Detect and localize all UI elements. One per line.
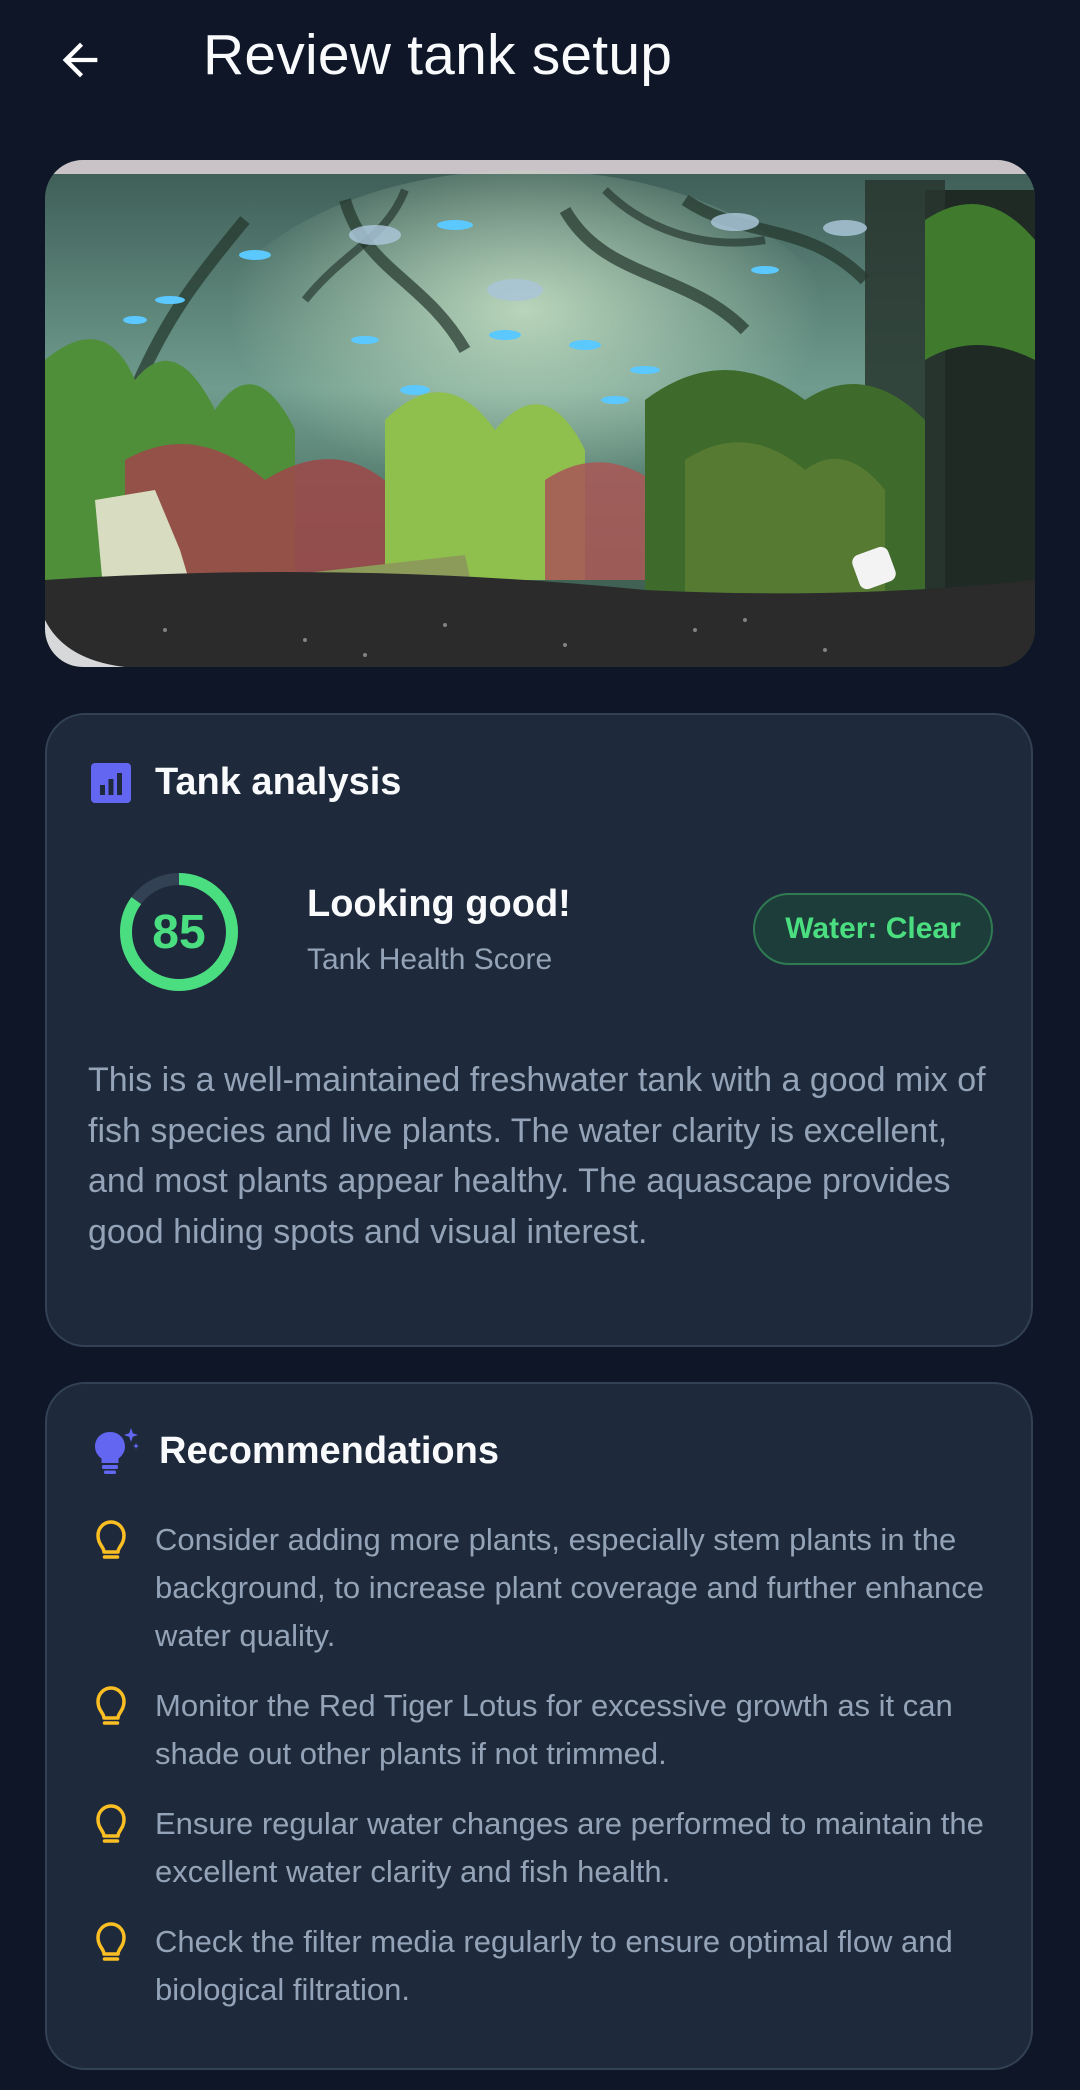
recommendation-text: Consider adding more plants, especially … (155, 1522, 984, 1653)
recommendations-header: Recommendations (91, 1426, 499, 1476)
arrow-left-icon (62, 42, 98, 78)
recommendation-text: Check the filter media regularly to ensu… (155, 1924, 953, 2007)
recommendations-card: Recommendations Consider adding more pla… (45, 1382, 1033, 2070)
lightbulb-outline-icon (96, 1922, 126, 1961)
back-button[interactable] (40, 20, 120, 100)
recommendations-list: Consider adding more plants, especially … (89, 1516, 999, 2036)
analysis-description: This is a well-maintained freshwater tan… (88, 1061, 986, 1251)
app-bar: Review tank setup (0, 0, 1080, 120)
tank-photo (45, 160, 1035, 667)
health-score-value: 85 (152, 905, 206, 959)
list-item: Check the filter media regularly to ensu… (89, 1918, 999, 2014)
list-item: Consider adding more plants, especially … (89, 1516, 999, 1660)
recommendations-title: Recommendations (159, 1429, 499, 1472)
tank-analysis-title: Tank analysis (155, 761, 402, 803)
chart-icon (91, 762, 131, 803)
water-clarity-badge: Water: Clear (753, 893, 993, 965)
page-title: Review tank setup (203, 23, 673, 87)
lightbulb-outline-icon (96, 1804, 126, 1843)
tank-analysis-card: Tank analysis 85 Looking good! Tank Heal… (45, 713, 1033, 1347)
tank-analysis-header: Tank analysis (91, 761, 401, 804)
recommendation-text: Ensure regular water changes are perform… (155, 1806, 984, 1889)
list-item: Ensure regular water changes are perform… (89, 1800, 999, 1896)
lightbulb-sparkle-icon (95, 1428, 139, 1474)
recommendation-text: Monitor the Red Tiger Lotus for excessiv… (155, 1688, 953, 1771)
list-item: Monitor the Red Tiger Lotus for excessiv… (89, 1682, 999, 1778)
lightbulb-outline-icon (96, 1686, 126, 1725)
lightbulb-outline-icon (96, 1520, 126, 1559)
health-score-label: Tank Health Score (307, 943, 553, 976)
health-status: Looking good! (307, 883, 571, 925)
